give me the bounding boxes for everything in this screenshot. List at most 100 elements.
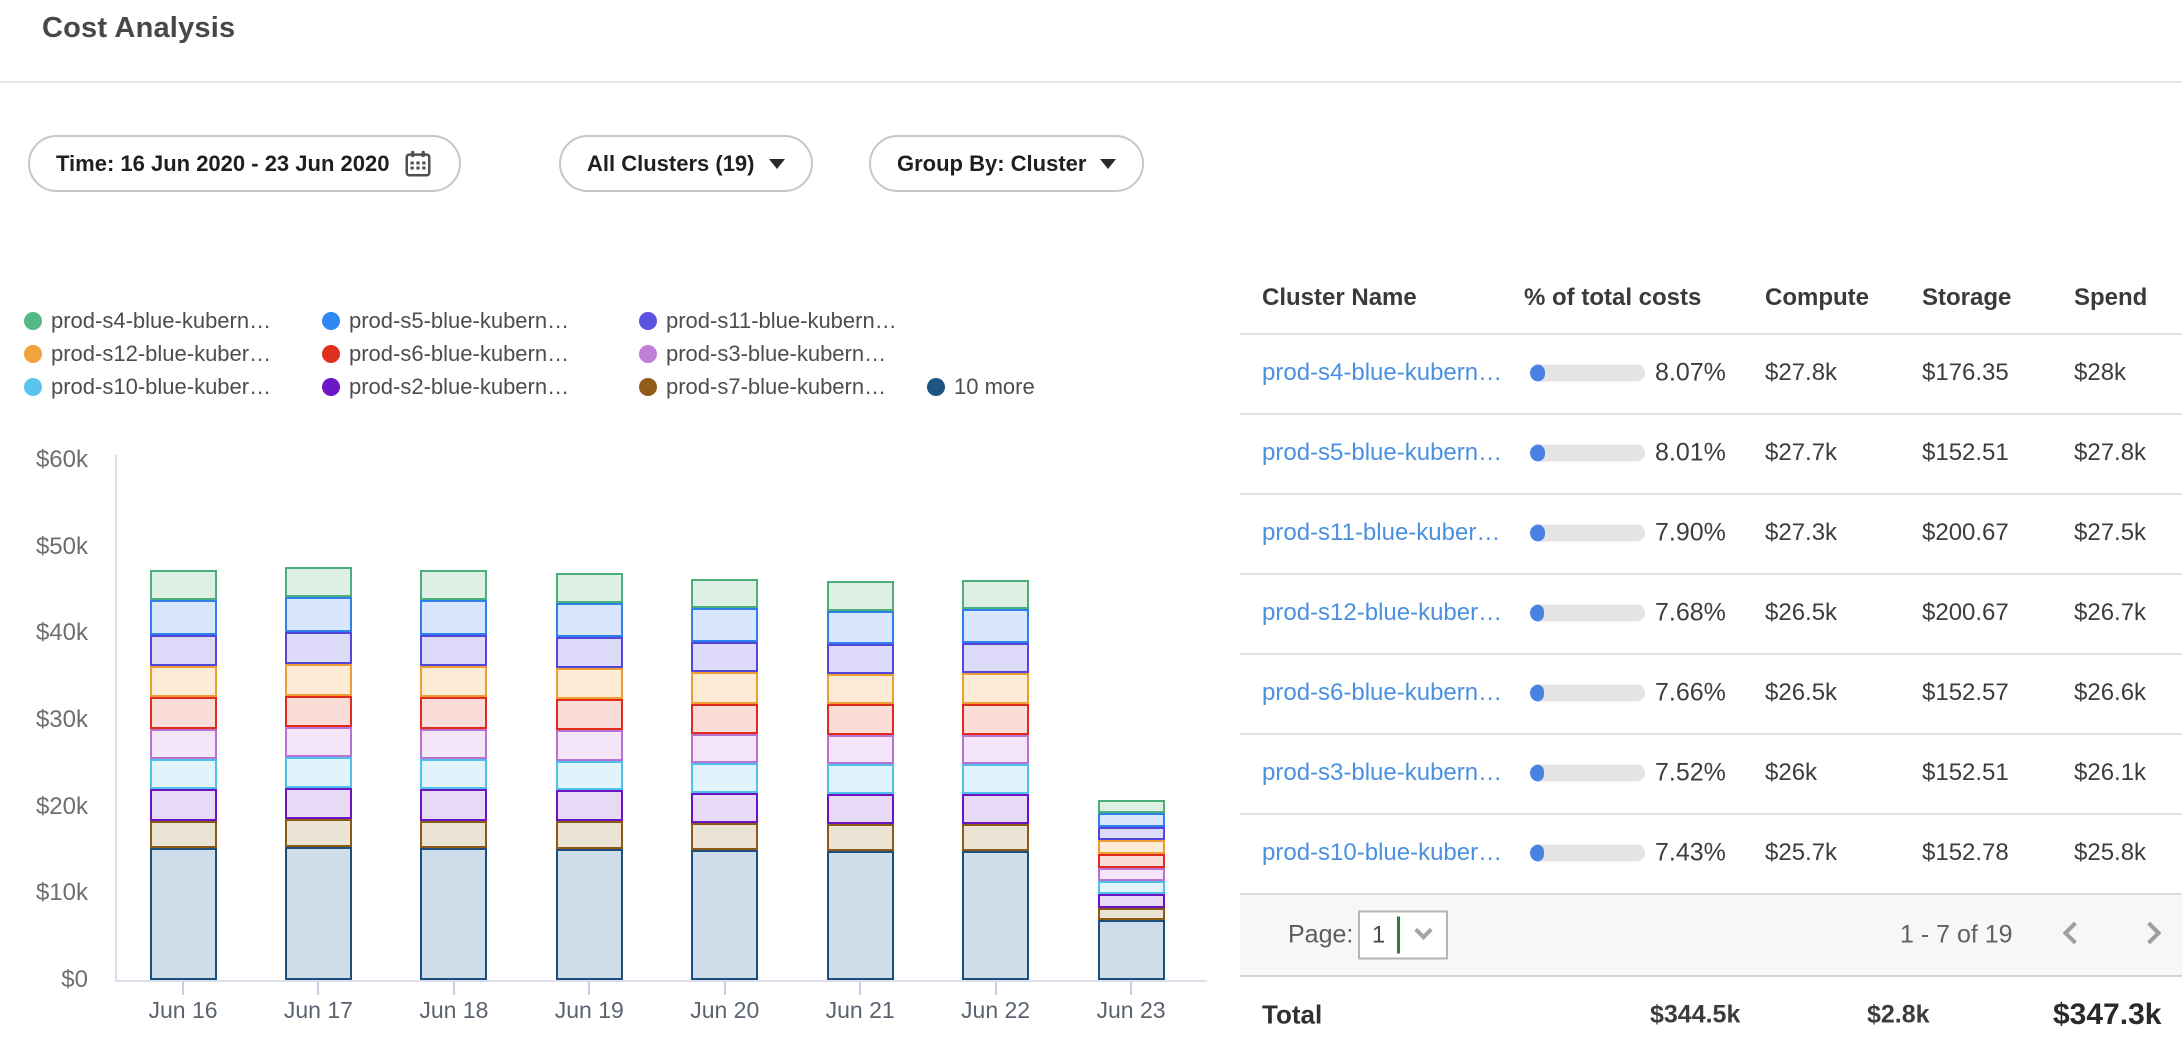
bar-segment-series-5[interactable] bbox=[420, 729, 487, 759]
bar-jun-17[interactable] bbox=[285, 0, 352, 980]
bar-segment-series-1[interactable] bbox=[556, 603, 623, 637]
bar-segment-series-5[interactable] bbox=[285, 727, 352, 757]
bar-segment-series-5[interactable] bbox=[827, 735, 894, 764]
bar-segment-series-2[interactable] bbox=[691, 642, 758, 672]
bar-segment-series-2[interactable] bbox=[962, 643, 1029, 673]
bar-segment-series-7[interactable] bbox=[1098, 894, 1165, 908]
bar-segment-series-7[interactable] bbox=[420, 789, 487, 820]
bar-segment-series-0[interactable] bbox=[962, 580, 1029, 609]
previous-page-button[interactable] bbox=[2058, 920, 2088, 950]
bar-segment-series-1[interactable] bbox=[420, 600, 487, 635]
bar-segment-series-3[interactable] bbox=[1098, 840, 1165, 854]
bar-segment-series-4[interactable] bbox=[285, 696, 352, 727]
cluster-name-link[interactable]: prod-s11-blue-kuber… bbox=[1262, 519, 1500, 547]
bar-jun-18[interactable] bbox=[420, 0, 487, 980]
bar-segment-series-2[interactable] bbox=[420, 635, 487, 666]
bar-segment-series-5[interactable] bbox=[691, 734, 758, 763]
bar-segment-series-0[interactable] bbox=[285, 567, 352, 597]
bar-segment-series-1[interactable] bbox=[827, 611, 894, 644]
bar-segment-series-4[interactable] bbox=[962, 704, 1029, 734]
bar-jun-19[interactable] bbox=[556, 0, 623, 980]
bar-segment-10-more[interactable] bbox=[1098, 920, 1165, 980]
bar-segment-series-7[interactable] bbox=[691, 793, 758, 823]
bar-segment-series-6[interactable] bbox=[962, 764, 1029, 793]
cluster-name-link[interactable]: prod-s6-blue-kubern… bbox=[1262, 679, 1502, 707]
bar-segment-series-2[interactable] bbox=[285, 632, 352, 663]
cluster-name-link[interactable]: prod-s4-blue-kubern… bbox=[1262, 359, 1502, 387]
bar-segment-series-3[interactable] bbox=[691, 672, 758, 703]
bar-segment-series-3[interactable] bbox=[150, 666, 217, 697]
bar-jun-23[interactable] bbox=[1098, 0, 1165, 980]
bar-segment-series-5[interactable] bbox=[556, 730, 623, 760]
bar-segment-series-6[interactable] bbox=[827, 764, 894, 793]
bar-segment-10-more[interactable] bbox=[827, 851, 894, 980]
bar-segment-10-more[interactable] bbox=[420, 848, 487, 980]
bar-segment-series-7[interactable] bbox=[962, 794, 1029, 824]
bar-segment-series-7[interactable] bbox=[556, 790, 623, 821]
legend-item-series-3[interactable]: prod-s12-blue-kuber… bbox=[24, 341, 271, 367]
bar-segment-series-2[interactable] bbox=[556, 637, 623, 668]
legend-item-series-6[interactable]: prod-s10-blue-kuber… bbox=[24, 374, 271, 400]
next-page-button[interactable] bbox=[2140, 920, 2170, 950]
bar-segment-series-8[interactable] bbox=[827, 824, 894, 851]
cluster-name-link[interactable]: prod-s5-blue-kubern… bbox=[1262, 439, 1502, 467]
bar-segment-series-1[interactable] bbox=[691, 608, 758, 642]
bar-segment-series-3[interactable] bbox=[962, 673, 1029, 704]
bar-segment-series-3[interactable] bbox=[285, 664, 352, 696]
bar-segment-series-4[interactable] bbox=[827, 704, 894, 734]
bar-segment-series-2[interactable] bbox=[1098, 827, 1165, 840]
bar-segment-series-8[interactable] bbox=[962, 824, 1029, 851]
bar-segment-series-7[interactable] bbox=[827, 794, 894, 824]
bar-jun-22[interactable] bbox=[962, 0, 1029, 980]
bar-segment-series-2[interactable] bbox=[827, 644, 894, 674]
bar-segment-series-4[interactable] bbox=[420, 697, 487, 728]
bar-segment-series-0[interactable] bbox=[420, 570, 487, 600]
bar-segment-series-7[interactable] bbox=[285, 788, 352, 819]
bar-segment-series-3[interactable] bbox=[420, 666, 487, 697]
time-range-filter[interactable]: Time: 16 Jun 2020 - 23 Jun 2020 bbox=[28, 135, 461, 192]
bar-segment-series-8[interactable] bbox=[285, 819, 352, 847]
cluster-name-link[interactable]: prod-s12-blue-kuber… bbox=[1262, 599, 1502, 627]
bar-segment-series-4[interactable] bbox=[691, 704, 758, 734]
bar-segment-10-more[interactable] bbox=[285, 847, 352, 980]
page-select[interactable]: 1 bbox=[1358, 911, 1448, 960]
bar-segment-series-4[interactable] bbox=[556, 699, 623, 730]
bar-segment-series-3[interactable] bbox=[827, 674, 894, 704]
bar-jun-21[interactable] bbox=[827, 0, 894, 980]
bar-segment-series-0[interactable] bbox=[827, 581, 894, 610]
bar-segment-series-0[interactable] bbox=[150, 570, 217, 600]
bar-segment-series-4[interactable] bbox=[1098, 854, 1165, 868]
bar-segment-series-5[interactable] bbox=[1098, 868, 1165, 881]
legend-item-series-0[interactable]: prod-s4-blue-kubern… bbox=[24, 308, 271, 334]
bar-segment-series-6[interactable] bbox=[691, 763, 758, 792]
bar-segment-series-1[interactable] bbox=[1098, 813, 1165, 828]
bar-segment-series-6[interactable] bbox=[556, 761, 623, 790]
cluster-name-link[interactable]: prod-s10-blue-kuber… bbox=[1262, 839, 1502, 867]
bar-segment-series-1[interactable] bbox=[285, 597, 352, 633]
bar-segment-series-0[interactable] bbox=[556, 573, 623, 603]
bar-jun-20[interactable] bbox=[691, 0, 758, 980]
bar-segment-series-6[interactable] bbox=[150, 759, 217, 789]
cluster-name-link[interactable]: prod-s3-blue-kubern… bbox=[1262, 759, 1502, 787]
bar-segment-series-0[interactable] bbox=[1098, 800, 1165, 813]
bar-segment-series-1[interactable] bbox=[962, 609, 1029, 643]
bar-segment-series-4[interactable] bbox=[150, 697, 217, 728]
bar-segment-series-8[interactable] bbox=[150, 821, 217, 849]
bar-segment-10-more[interactable] bbox=[691, 850, 758, 980]
bar-jun-16[interactable] bbox=[150, 0, 217, 980]
bar-segment-series-6[interactable] bbox=[1098, 881, 1165, 894]
bar-segment-series-8[interactable] bbox=[556, 821, 623, 849]
bar-segment-10-more[interactable] bbox=[150, 848, 217, 980]
bar-segment-series-7[interactable] bbox=[150, 789, 217, 820]
bar-segment-series-3[interactable] bbox=[556, 668, 623, 699]
bar-segment-10-more[interactable] bbox=[962, 851, 1029, 980]
bar-segment-series-8[interactable] bbox=[1098, 908, 1165, 920]
bar-segment-series-5[interactable] bbox=[150, 729, 217, 759]
bar-segment-series-6[interactable] bbox=[285, 757, 352, 787]
bar-segment-series-0[interactable] bbox=[691, 579, 758, 608]
bar-segment-series-6[interactable] bbox=[420, 759, 487, 789]
bar-segment-series-2[interactable] bbox=[150, 635, 217, 666]
bar-segment-series-8[interactable] bbox=[420, 821, 487, 849]
bar-segment-series-8[interactable] bbox=[691, 823, 758, 850]
bar-segment-series-5[interactable] bbox=[962, 735, 1029, 764]
